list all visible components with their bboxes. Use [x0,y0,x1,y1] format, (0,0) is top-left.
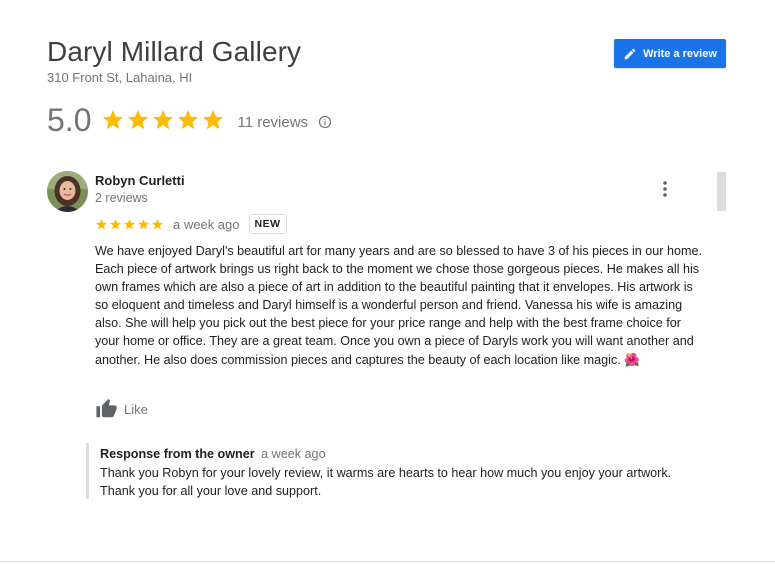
star-icon [95,218,108,231]
avatar[interactable] [47,171,88,212]
pencil-icon [624,48,636,59]
owner-response-header: Response from the owner a week ago [100,447,326,461]
review-stars [95,218,164,231]
rating-summary: 5.0 11 reviews [47,100,332,140]
review-time: a week ago [173,216,240,232]
star-icon [137,218,150,231]
review-count-link[interactable]: 11 reviews [237,114,308,131]
star-icon [123,218,136,231]
star-icon [201,108,225,132]
thumbs-up-icon [96,398,117,418]
average-rating: 5.0 [47,101,92,138]
new-badge: NEW [248,214,287,234]
like-button[interactable]: Like [95,397,148,421]
star-icon [101,108,125,132]
place-address: 310 Front St, Lahaina, HI [47,70,193,85]
star-icon [151,218,164,231]
place-title: Daryl Millard Gallery [47,36,302,67]
star-rating-large [101,108,225,132]
owner-response-text: Thank you Robyn for your lovely review, … [100,466,672,499]
owner-response: Response from the owner a week ago Thank… [86,443,709,499]
star-icon [151,108,175,132]
divider [0,561,775,562]
owner-response-label: Response from the owner [100,447,255,461]
more-options-icon[interactable] [656,178,674,200]
reviewer-name[interactable]: Robyn Curletti [95,173,185,188]
info-icon[interactable] [318,115,332,129]
review-rating-row: a week ago NEW [95,213,287,235]
review-body: We have enjoyed Daryl's beautiful art fo… [95,244,703,367]
reviewer-review-count: 2 reviews [95,191,148,205]
star-icon [126,108,150,132]
star-icon [109,218,122,231]
scrollbar-thumb[interactable] [717,172,726,211]
write-review-label: Write a review [643,47,717,60]
like-label: Like [124,401,148,417]
star-icon [176,108,200,132]
review-text: We have enjoyed Daryl's beautiful art fo… [95,242,705,369]
write-review-button[interactable]: Write a review [614,39,726,68]
owner-response-time: a week ago [261,447,326,461]
hibiscus-emoji: 🌺 [624,352,640,367]
